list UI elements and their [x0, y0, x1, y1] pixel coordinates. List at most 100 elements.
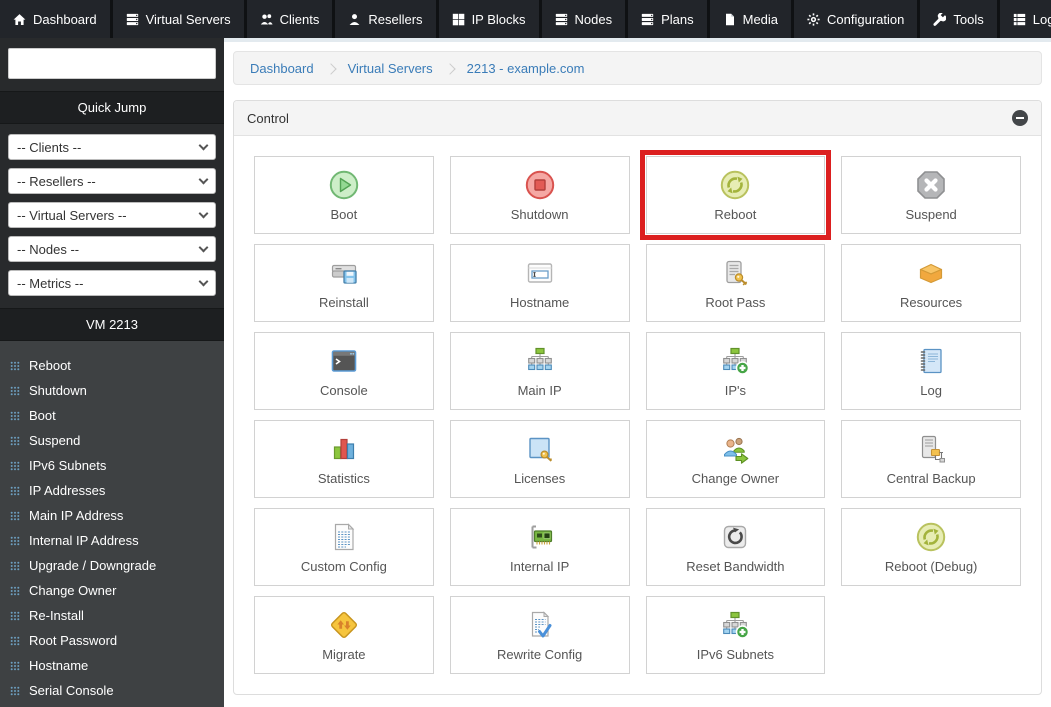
breadcrumb-dashboard[interactable]: Dashboard	[250, 61, 314, 76]
sidebar-item-upgrade-downgrade[interactable]: Upgrade / Downgrade	[0, 553, 224, 578]
nav-item-media[interactable]: Media	[709, 0, 792, 38]
resources-icon	[914, 256, 948, 290]
virtual-servers-dropdown[interactable]: -- Virtual Servers --	[8, 202, 216, 228]
nav-label: Configuration	[827, 11, 905, 27]
sidebar-item-shutdown[interactable]: Shutdown	[0, 378, 224, 403]
nav-label: IP Blocks	[471, 11, 526, 27]
nav-label: Tools	[953, 11, 984, 27]
sidebar-item-root-password[interactable]: Root Password	[0, 628, 224, 653]
resellers-dropdown[interactable]: -- Resellers --	[8, 168, 216, 194]
nodes-dropdown[interactable]: -- Nodes --	[8, 236, 216, 262]
hostname-button[interactable]: Hostname	[449, 244, 630, 322]
dots-icon	[10, 361, 20, 371]
licenses-button[interactable]: Licenses	[449, 420, 630, 498]
reinstall-icon	[327, 256, 361, 290]
sidebar-item-change-owner[interactable]: Change Owner	[0, 578, 224, 603]
nav-item-dashboard[interactable]: Dashboard	[0, 0, 110, 38]
central-backup-button[interactable]: Central Backup	[841, 420, 1021, 498]
rewrite-config-button[interactable]: Rewrite Config	[449, 596, 630, 674]
log-button[interactable]: Log	[841, 332, 1021, 410]
main-ip-button[interactable]: Main IP	[449, 332, 630, 410]
nav-item-log[interactable]: Log	[999, 0, 1051, 38]
main-content: Dashboard Virtual Servers 2213 - example…	[224, 38, 1051, 707]
internal-ip-button[interactable]: Internal IP	[449, 508, 630, 586]
panel-title: Control	[247, 110, 289, 126]
shutdown-icon	[523, 168, 557, 202]
migrate-icon	[327, 608, 361, 642]
reboot-button[interactable]: Reboot	[639, 150, 832, 240]
search-input[interactable]	[8, 48, 216, 79]
metrics-dropdown[interactable]: -- Metrics --	[8, 270, 216, 296]
internal-ip-icon	[523, 520, 557, 554]
server-icon	[555, 13, 568, 26]
migrate-button[interactable]: Migrate	[254, 596, 434, 674]
nav-label: Virtual Servers	[145, 11, 231, 27]
sidebar-item-reboot[interactable]: Reboot	[0, 353, 224, 378]
custom-config-button[interactable]: Custom Config	[254, 508, 434, 586]
dots-icon	[10, 436, 20, 446]
shutdown-button[interactable]: Shutdown	[449, 156, 630, 234]
console-button[interactable]: Console	[254, 332, 434, 410]
sidebar-item-suspend[interactable]: Suspend	[0, 428, 224, 453]
nav-item-nodes[interactable]: Nodes	[541, 0, 626, 38]
dots-icon	[10, 511, 20, 521]
nav-item-virtual-servers[interactable]: Virtual Servers	[112, 0, 244, 38]
sidebar-item-ip-addresses[interactable]: IP Addresses	[0, 478, 224, 503]
boot-button[interactable]: Boot	[254, 156, 434, 234]
suspend-icon	[914, 168, 948, 202]
quick-jump-header: Quick Jump	[0, 91, 224, 124]
breadcrumb-virtual-servers[interactable]: Virtual Servers	[348, 61, 433, 76]
nav-label: Nodes	[574, 11, 613, 27]
nav-item-clients[interactable]: Clients	[246, 0, 333, 38]
dots-icon	[10, 636, 20, 646]
sidebar-item-main-ip-address[interactable]: Main IP Address	[0, 503, 224, 528]
nav-item-tools[interactable]: Tools	[920, 0, 997, 38]
chevron-right-icon	[324, 62, 337, 75]
sidebar-item-hostname[interactable]: Hostname	[0, 653, 224, 678]
sidebar-item-boot[interactable]: Boot	[0, 403, 224, 428]
sidebar-item-re-install[interactable]: Re-Install	[0, 603, 224, 628]
minus-circle-icon[interactable]	[1012, 110, 1028, 126]
sidebar-item-serial-console[interactable]: Serial Console	[0, 678, 224, 703]
rewrite-config-icon	[523, 608, 557, 642]
sidebar-item-ipv6-subnets[interactable]: IPv6 Subnets	[0, 453, 224, 478]
nav-label: Log	[1032, 11, 1051, 27]
reset-bandwidth-icon	[718, 520, 752, 554]
ipv6-subnets-button[interactable]: IPv6 Subnets	[645, 596, 826, 674]
control-button-grid: Boot Shutdown Reboot Suspend Reinstall H…	[234, 136, 1041, 694]
reset-bandwidth-button[interactable]: Reset Bandwidth	[645, 508, 826, 586]
sidebar-item-internal-ip-address[interactable]: Internal IP Address	[0, 528, 224, 553]
nav-label: Clients	[279, 11, 320, 27]
root-pass-button[interactable]: Root Pass	[645, 244, 826, 322]
statistics-icon	[327, 432, 361, 466]
control-panel-header: Control	[234, 101, 1041, 136]
servers-icon	[126, 13, 139, 26]
nav-label: Media	[742, 11, 779, 27]
sidebar-item-log[interactable]: Log	[0, 703, 224, 707]
dots-icon	[10, 586, 20, 596]
custom-config-icon	[327, 520, 361, 554]
nav-item-resellers[interactable]: Resellers	[335, 0, 436, 38]
nav-item-plans[interactable]: Plans	[628, 0, 707, 38]
resources-button[interactable]: Resources	[841, 244, 1021, 322]
reboot-debug-button[interactable]: Reboot (Debug)	[841, 508, 1021, 586]
nav-item-ip-blocks[interactable]: IP Blocks	[438, 0, 539, 38]
dots-icon	[10, 486, 20, 496]
reboot-icon	[718, 168, 752, 202]
central-backup-icon	[914, 432, 948, 466]
grid-icon	[452, 13, 465, 26]
ipv6-subnets-icon	[718, 608, 752, 642]
nav-item-configuration[interactable]: Configuration	[794, 0, 918, 38]
dots-icon	[10, 461, 20, 471]
ips-button[interactable]: IP's	[645, 332, 826, 410]
statistics-button[interactable]: Statistics	[254, 420, 434, 498]
dots-icon	[10, 561, 20, 571]
sidebar: Quick Jump -- Clients -- -- Resellers --…	[0, 38, 224, 707]
nav-label: Plans	[661, 11, 694, 27]
ips-icon	[718, 344, 752, 378]
suspend-button[interactable]: Suspend	[841, 156, 1021, 234]
breadcrumb-current-vm[interactable]: 2213 - example.com	[467, 61, 585, 76]
clients-dropdown[interactable]: -- Clients --	[8, 134, 216, 160]
reinstall-button[interactable]: Reinstall	[254, 244, 434, 322]
change-owner-button[interactable]: Change Owner	[645, 420, 826, 498]
